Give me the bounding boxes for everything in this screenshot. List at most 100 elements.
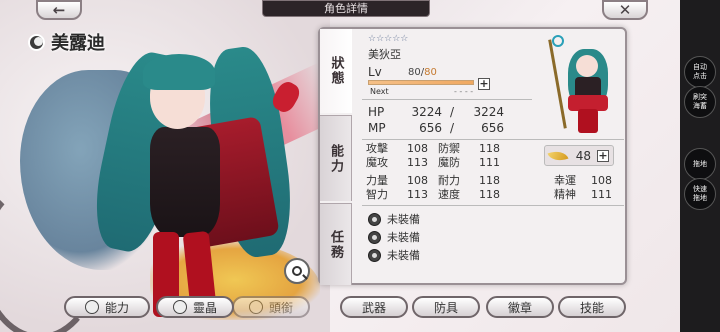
character-subname: 美狄亞	[368, 48, 401, 61]
divider	[362, 139, 624, 140]
mp-current: 656	[419, 121, 442, 135]
equipment-slot-label: 未裝備	[387, 231, 420, 244]
attr-magic-defense-label: 魔防	[438, 156, 460, 169]
tab-mission[interactable]: 任務	[320, 203, 352, 285]
equipment-slot-label: 未裝備	[387, 213, 420, 226]
feather-plus-button[interactable]: +	[597, 149, 609, 162]
feather-icon	[547, 146, 569, 165]
character-name: 美露迪	[28, 29, 105, 55]
character-bangs	[143, 54, 215, 90]
tab-ability[interactable]: 能力	[320, 115, 352, 201]
status-content: ☆☆☆☆☆ 美狄亞 Lv 80/80 + Next - - - - HP 322…	[358, 29, 624, 283]
close-icon: ✕	[618, 1, 632, 19]
level-value: 80/80	[408, 67, 437, 78]
character-body	[150, 127, 220, 237]
exp-bar-fill	[369, 81, 473, 84]
next-exp-label: Next	[370, 87, 389, 96]
title-button[interactable]: 頭銜	[232, 296, 310, 318]
spirit-stone-icon	[172, 300, 187, 314]
ability-button[interactable]: 能力	[64, 296, 150, 318]
attr-attack-value: 108	[407, 142, 428, 155]
divider	[362, 205, 624, 206]
hp-max: 3224	[473, 105, 504, 119]
equipment-slot-icon	[368, 212, 381, 226]
hp-label: HP	[368, 105, 385, 119]
attr-luck-value: 108	[591, 174, 612, 187]
attr-strength-value: 108	[407, 174, 428, 187]
title-button-label: 頭銜	[268, 300, 293, 315]
auto-sweep-button[interactable]: 刷突 海蓄	[684, 86, 716, 118]
level-up-plus-button[interactable]: +	[478, 78, 490, 90]
hp-row: HP 3224 / 3224	[368, 105, 504, 119]
tab-status[interactable]: 狀態	[320, 29, 352, 113]
next-exp-value: - - - -	[454, 87, 474, 96]
back-button[interactable]: ←	[36, 0, 82, 20]
mp-max: 656	[481, 121, 504, 135]
equipment-slot[interactable]: 未裝備	[368, 211, 420, 227]
attr-attack-label: 攻擊	[366, 142, 388, 155]
mp-label: MP	[368, 121, 386, 135]
armor-button[interactable]: 防具	[412, 296, 480, 318]
character-name-text: 美露迪	[51, 33, 105, 54]
refresh-icon	[248, 300, 263, 314]
feather-value: 48	[575, 148, 591, 163]
arrow-left-icon: ←	[52, 1, 66, 19]
equipment-slot[interactable]: 未裝備	[368, 229, 420, 245]
attribute-grid-right: 幸運 108 精神 111	[554, 174, 612, 202]
game-screen: ← 角色詳情 ✕ 美露迪 狀態 能力 任務 ☆☆☆☆☆ 美狄亞 Lv 80/80…	[0, 0, 720, 332]
rarity-stars: ☆☆☆☆☆	[368, 34, 409, 44]
zoom-button[interactable]	[284, 258, 310, 284]
attribute-row: 魔攻 113 魔防 111	[366, 156, 504, 170]
attr-defense-label: 防禦	[438, 142, 460, 155]
attr-intelligence-value: 113	[407, 188, 428, 201]
attribute-row: 精神 111	[554, 188, 612, 202]
divider	[362, 99, 532, 100]
equipment-slot[interactable]: 未裝備	[368, 247, 420, 263]
attribute-row: 智力 113 速度 118	[366, 188, 504, 202]
skill-button[interactable]: 技能	[558, 296, 626, 318]
attr-intelligence-label: 智力	[366, 188, 388, 201]
attr-speed-label: 速度	[438, 188, 460, 201]
character-detail-panel: 狀態 能力 任務 ☆☆☆☆☆ 美狄亞 Lv 80/80 + Next - - -…	[318, 27, 627, 285]
staff-icon	[548, 39, 567, 129]
attribute-row: 力量 108 耐力 118	[366, 174, 504, 188]
spirit-stone-button[interactable]: 靈晶	[156, 296, 234, 318]
mp-row: MP 656 / 656	[368, 121, 504, 135]
level-max: 80	[424, 67, 437, 78]
exp-bar	[368, 80, 474, 85]
close-button[interactable]: ✕	[602, 0, 648, 20]
character-artwork	[84, 32, 304, 319]
magnifier-icon	[292, 266, 302, 276]
auto-click-button[interactable]: 自动 点击	[684, 56, 716, 88]
attr-speed-value: 118	[479, 188, 500, 201]
attr-strength-label: 力量	[366, 174, 388, 187]
attr-spirit-value: 111	[591, 188, 612, 201]
equipment-slot-icon	[368, 248, 381, 262]
hp-separator: /	[449, 105, 455, 119]
attr-spirit-label: 精神	[554, 188, 576, 201]
weapon-button[interactable]: 武器	[340, 296, 408, 318]
badge-button[interactable]: 徽章	[486, 296, 554, 318]
equipment-slot-label: 未裝備	[387, 249, 420, 262]
moon-element-icon	[28, 33, 45, 51]
spirit-stone-button-label: 靈晶	[192, 300, 217, 315]
staff-orb	[552, 35, 564, 47]
attr-magic-attack-value: 113	[407, 156, 428, 169]
character-portrait	[548, 35, 618, 135]
ability-button-label: 能力	[104, 300, 129, 315]
portrait-legs	[578, 109, 598, 133]
quick-drag-button[interactable]: 快速 拖地	[684, 178, 716, 210]
assistant-sidebar: 自动 点击 刷突 海蓄 拖地 快速 拖地	[680, 0, 720, 332]
drag-button[interactable]: 拖地	[684, 148, 716, 180]
attr-magic-attack-label: 魔攻	[366, 156, 388, 169]
attribute-row: 攻擊 108 防禦 118	[366, 142, 504, 156]
attr-defense-value: 118	[479, 142, 500, 155]
portrait-face	[576, 55, 598, 77]
page-title: 角色詳情	[262, 0, 430, 17]
attr-stamina-value: 118	[479, 174, 500, 187]
attr-luck-label: 幸運	[554, 174, 576, 187]
ability-icon	[84, 300, 99, 314]
attribute-grid: 攻擊 108 防禦 118 魔攻 113 魔防 111 力量 108 耐力 11…	[366, 142, 504, 202]
level-current: 80	[408, 67, 421, 78]
attr-stamina-label: 耐力	[438, 174, 460, 187]
